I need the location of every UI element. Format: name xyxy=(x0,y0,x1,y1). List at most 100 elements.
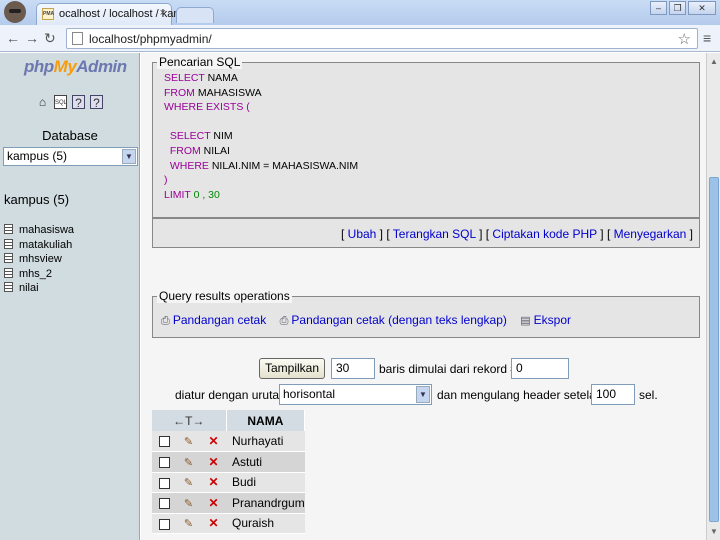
minimize-button[interactable]: – xyxy=(650,1,667,15)
column-arrows[interactable]: ←T→ xyxy=(173,414,204,428)
chevron-down-icon[interactable]: ▼ xyxy=(416,386,430,403)
print-view-full-link[interactable]: Pandangan cetak (dengan teks lengkap) xyxy=(291,313,507,327)
pencil-icon[interactable]: ✎ xyxy=(184,436,193,448)
table-name[interactable]: nilai xyxy=(19,282,39,294)
delete-icon[interactable]: ✕ xyxy=(208,455,218,469)
url-text: localhost/phpmyadmin/ xyxy=(89,32,212,46)
start-row-input[interactable]: 0 xyxy=(511,358,569,379)
repeat-header-input[interactable]: 100 xyxy=(591,384,635,405)
maximize-button[interactable]: ❐ xyxy=(669,1,686,15)
sql-links: [ Ubah ] [ Terangkan SQL ] [ Ciptakan ko… xyxy=(341,227,693,241)
database-select[interactable]: kampus (5) ▼ xyxy=(3,147,138,166)
help-icon[interactable]: ? xyxy=(90,95,103,110)
database-heading[interactable]: kampus (5) xyxy=(4,192,69,207)
row-checkbox[interactable] xyxy=(158,498,170,510)
browser-tab[interactable]: PMA ocalhost / localhost / kampus × xyxy=(36,3,200,25)
scrollbar-thumb[interactable] xyxy=(709,177,719,522)
sql-keyword: SELECT xyxy=(164,72,205,84)
row-checkbox[interactable] xyxy=(158,436,170,448)
sql-text: NILAI.NIM = MAHASISWA.NIM xyxy=(208,159,359,172)
delete-icon[interactable]: ✕ xyxy=(208,434,218,448)
user-avatar-icon[interactable] xyxy=(4,1,26,23)
table-icon[interactable] xyxy=(4,238,13,249)
show-button[interactable]: Tampilkan xyxy=(259,358,325,379)
table-row: ✎ ✕ Budi xyxy=(152,472,305,493)
table-name[interactable]: mahasiswa xyxy=(19,224,74,236)
table-icon[interactable] xyxy=(4,224,13,234)
sql-text: ) xyxy=(164,174,168,187)
docs-icon[interactable]: ? xyxy=(72,95,85,110)
edit-cell: ✎ xyxy=(176,451,201,473)
sidebar-table-item[interactable]: mhs_2 xyxy=(4,267,74,282)
edit-link[interactable]: Ubah xyxy=(348,227,377,241)
chevron-down-icon[interactable]: ▼ xyxy=(122,149,136,164)
sql-line: ) xyxy=(164,173,358,188)
explain-sql-link[interactable]: Terangkan SQL xyxy=(393,227,476,241)
sql-text: NILAI xyxy=(200,144,230,157)
display-mode-select[interactable]: horisontal ▼ xyxy=(279,384,432,405)
table-icon[interactable] xyxy=(4,253,13,263)
sidebar-table-item[interactable]: mahasiswa xyxy=(4,223,74,238)
sidebar-table-item[interactable]: mhsview xyxy=(4,252,74,267)
pencil-icon[interactable]: ✎ xyxy=(184,518,193,530)
row-checkbox[interactable] xyxy=(158,457,170,469)
delete-cell: ✕ xyxy=(201,492,226,514)
vertical-scrollbar[interactable]: ▲ ▼ xyxy=(706,53,720,540)
pencil-icon[interactable]: ✎ xyxy=(184,498,193,510)
sql-keyword: SELECT xyxy=(164,130,211,143)
back-arrow-icon[interactable]: ← xyxy=(6,29,20,47)
tab-close-icon[interactable]: × xyxy=(160,7,166,19)
sidebar-table-item[interactable]: nilai xyxy=(4,281,74,296)
reload-icon[interactable]: ↻ xyxy=(44,29,56,47)
create-php-code-link[interactable]: Ciptakan kode PHP xyxy=(492,227,597,241)
wrench-menu-icon[interactable]: ≡ xyxy=(703,30,711,46)
delete-icon[interactable]: ✕ xyxy=(208,516,218,530)
column-header-nama[interactable]: NAMA xyxy=(226,410,306,431)
home-icon[interactable]: ⌂ xyxy=(36,95,49,109)
sql-text: NIM xyxy=(210,130,233,143)
browser-toolbar: ← → ↻ localhost/phpmyadmin/ ☆ ≡ xyxy=(0,25,720,52)
browser-titlebar: PMA ocalhost / localhost / kampus × – ❐ … xyxy=(0,0,720,25)
refresh-link[interactable]: Menyegarkan xyxy=(614,227,687,241)
delete-cell: ✕ xyxy=(201,451,226,473)
print-icon[interactable]: ⎙ xyxy=(280,315,289,328)
table-name[interactable]: matakuliah xyxy=(19,239,72,251)
bracket: ] [ xyxy=(376,227,393,241)
sql-text: 0 , 30 xyxy=(190,188,220,201)
forward-arrow-icon[interactable]: → xyxy=(25,29,39,47)
bracket: [ xyxy=(340,227,348,241)
column-arrows-header[interactable]: ←T→ xyxy=(152,410,227,431)
close-window-button[interactable]: ✕ xyxy=(688,1,716,15)
delete-cell: ✕ xyxy=(201,513,226,534)
row-checkbox[interactable] xyxy=(158,518,170,530)
row-checkbox-cell xyxy=(152,451,176,473)
print-icon[interactable]: ⎙ xyxy=(161,315,170,328)
new-tab-button[interactable] xyxy=(176,7,214,23)
table-row: ✎ ✕ Astuti xyxy=(152,451,305,473)
table-icon[interactable] xyxy=(4,267,13,278)
rows-input[interactable]: 30 xyxy=(331,358,375,379)
print-view-link[interactable]: Pandangan cetak xyxy=(173,313,266,327)
table-icon[interactable] xyxy=(4,282,13,292)
address-bar[interactable]: localhost/phpmyadmin/ ☆ xyxy=(66,28,698,49)
phpmyadmin-logo[interactable]: phpMyAdmin xyxy=(24,57,127,77)
table-name[interactable]: mhsview xyxy=(19,253,62,265)
row-checkbox[interactable] xyxy=(158,477,170,489)
scroll-up-icon[interactable]: ▲ xyxy=(708,55,720,68)
nama-cell: Pranandrgum xyxy=(226,492,305,514)
pencil-icon[interactable]: ✎ xyxy=(184,457,193,469)
pencil-icon[interactable]: ✎ xyxy=(184,477,193,489)
row-checkbox-cell xyxy=(152,431,176,452)
edit-cell: ✎ xyxy=(176,513,201,534)
delete-icon[interactable]: ✕ xyxy=(208,475,218,489)
export-icon[interactable]: ▤ xyxy=(520,314,530,327)
display-mode-value: horisontal xyxy=(283,387,336,401)
sidebar-table-item[interactable]: matakuliah xyxy=(4,238,74,253)
bookmark-star-icon[interactable]: ☆ xyxy=(678,30,691,48)
sql-icon[interactable]: SQL xyxy=(54,95,67,109)
delete-icon[interactable]: ✕ xyxy=(208,496,218,510)
table-name[interactable]: mhs_2 xyxy=(19,268,52,280)
logo-my: My xyxy=(53,57,77,76)
scroll-down-icon[interactable]: ▼ xyxy=(708,525,720,538)
export-link[interactable]: Ekspor xyxy=(534,313,571,327)
